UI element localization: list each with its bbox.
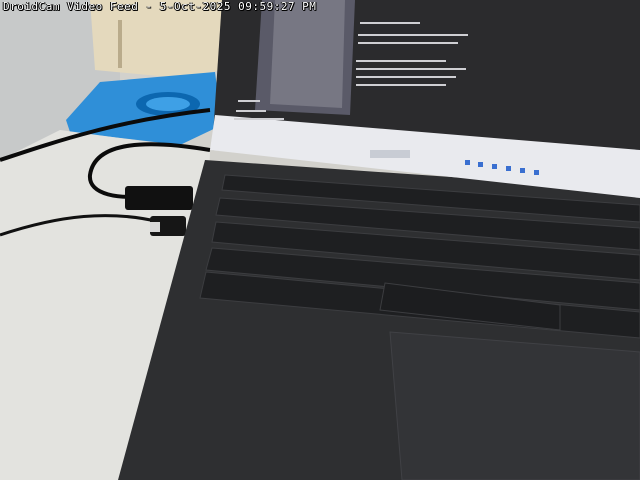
camera-scene [0,0,640,480]
overlay-separator: - [138,0,160,13]
taskbar-search [370,150,410,158]
scene-illustration [0,0,640,480]
overlay-time: 09:59:27 PM [238,0,317,13]
usb-plug-tip [150,222,160,232]
terminal-text-block [270,0,345,108]
door-panel-line [118,20,122,68]
video-feed-overlay: DroidCam Video Feed - 5-Oct-2025 09:59:2… [0,0,319,14]
touchpad [389,331,640,480]
tray-ring-inner [146,97,190,111]
app-name: DroidCam Video Feed [3,0,139,13]
overlay-date: 5-Oct-2025 [159,0,231,13]
usb-plug [125,186,193,210]
